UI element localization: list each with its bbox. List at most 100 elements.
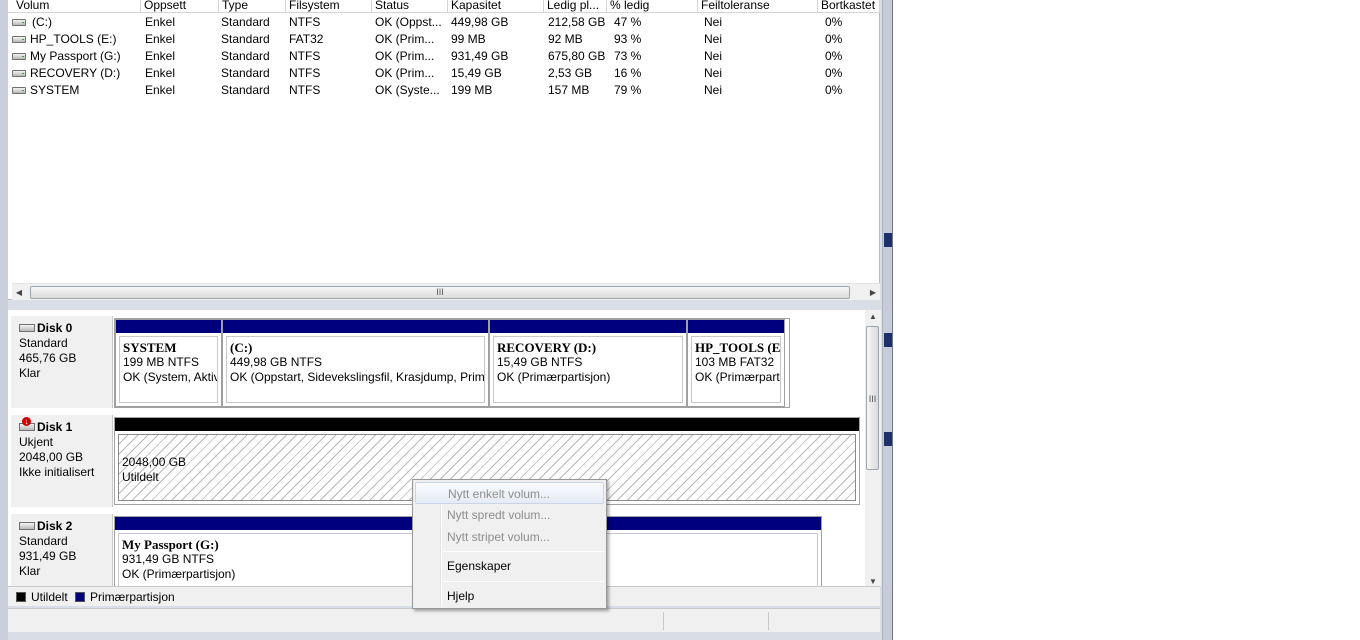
legend-unallocated-label: Utildelt <box>31 590 68 604</box>
disk-icon <box>19 323 35 332</box>
disk-type: Standard <box>19 336 68 350</box>
volume-overhead: 0% <box>825 66 843 80</box>
column-header-free-space[interactable]: Ledig pl... <box>544 0 607 12</box>
volume-list[interactable]: Volum Oppsett Type Filsystem Status Kapa… <box>8 0 880 300</box>
volume-filesystem: NTFS <box>289 49 321 63</box>
column-header-fault-tolerance[interactable]: Feiltoleranse <box>698 0 818 12</box>
volume-capacity: 99 MB <box>451 32 486 46</box>
column-header-layout[interactable]: Oppsett <box>141 0 219 12</box>
volume-name: RECOVERY (D:) <box>30 66 121 80</box>
table-row[interactable]: SYSTEM Enkel Standard NTFS OK (Syste... … <box>8 82 880 99</box>
volume-overhead: 0% <box>825 32 843 46</box>
partition-status: OK (System, Aktiv <box>123 370 218 384</box>
table-row[interactable]: (C:) Enkel Standard NTFS OK (Oppst... 44… <box>8 14 880 31</box>
disk-0-label[interactable]: Disk 0 Standard 465,76 GB Klar <box>11 316 113 408</box>
menu-separator <box>443 551 604 552</box>
volume-capacity: 931,49 GB <box>451 49 509 63</box>
column-header-type[interactable]: Type <box>219 0 286 12</box>
scroll-up-icon[interactable]: ▲ <box>866 308 880 325</box>
partition-size: 103 MB FAT32 <box>695 355 775 369</box>
volume-list-header: Volum Oppsett Type Filsystem Status Kapa… <box>8 0 880 13</box>
volume-layout: Enkel <box>145 49 176 63</box>
partition-name: (C:) <box>230 340 253 355</box>
window-edge-mark <box>884 233 892 247</box>
volume-percent-free: 93 % <box>614 32 642 46</box>
column-header-percent-free[interactable]: % ledig <box>607 0 698 12</box>
volume-filesystem: NTFS <box>289 66 321 80</box>
menu-item-new-striped-volume[interactable]: Nytt stripet volum... <box>415 526 604 548</box>
window-edge-mark <box>884 432 892 446</box>
volume-fault-tolerance: Nei <box>704 32 723 46</box>
column-header-status[interactable]: Status <box>372 0 448 12</box>
partition-name: RECOVERY (D:) <box>497 340 597 355</box>
volume-overhead: 0% <box>825 83 843 97</box>
primary-partition-swatch <box>75 592 85 602</box>
window-edge-mark <box>884 333 892 347</box>
disk-size: 2048,00 GB <box>19 450 84 464</box>
drive-icon <box>12 70 26 77</box>
menu-item-new-spanned-volume[interactable]: Nytt spredt volum... <box>415 504 604 526</box>
volume-layout: Enkel <box>145 66 176 80</box>
table-row[interactable]: RECOVERY (D:) Enkel Standard NTFS OK (Pr… <box>8 65 880 82</box>
volume-name: (C:) <box>32 15 52 29</box>
disk-title: Disk 2 <box>37 519 73 533</box>
volume-overhead: 0% <box>825 49 843 63</box>
scroll-right-icon[interactable]: ▶ <box>866 284 880 301</box>
column-header-volume[interactable]: Volum <box>13 0 141 12</box>
column-header-overhead[interactable]: Bortkastet <box>818 0 880 12</box>
volume-percent-free: 73 % <box>614 49 642 63</box>
volume-percent-free: 47 % <box>614 15 642 29</box>
column-header-filesystem[interactable]: Filsystem <box>286 0 372 12</box>
column-header-capacity[interactable]: Kapasitet <box>448 0 544 12</box>
disk-1-label[interactable]: Disk 1 Ukjent 2048,00 GB Ikke initialise… <box>11 415 113 507</box>
scroll-left-icon[interactable]: ◀ <box>12 284 26 301</box>
partition-status: OK (Oppstart, Sidevekslingsfil, Krasjdum… <box>230 370 485 384</box>
volume-type: Standard <box>221 66 270 80</box>
volume-fault-tolerance: Nei <box>704 15 723 29</box>
disk-size: 465,76 GB <box>19 351 77 365</box>
volume-free: 2,53 GB <box>548 66 593 80</box>
drive-icon <box>12 87 26 94</box>
disk-title: Disk 0 <box>37 321 73 335</box>
partition-hp-tools[interactable]: HP_TOOLS (E:) 103 MB FAT32 OK (Primærpar… <box>687 319 785 407</box>
table-row[interactable]: HP_TOOLS (E:) Enkel Standard FAT32 OK (P… <box>8 31 880 48</box>
menu-item-help[interactable]: Hjelp <box>415 585 604 607</box>
disk-error-icon <box>19 416 35 431</box>
volume-layout: Enkel <box>145 83 176 97</box>
partition-status: OK (Primærpartisjon) <box>497 370 611 384</box>
volume-percent-free: 79 % <box>614 83 642 97</box>
partition-recovery[interactable]: RECOVERY (D:) 15,49 GB NTFS OK (Primærpa… <box>489 319 687 407</box>
volume-name: HP_TOOLS (E:) <box>30 32 117 46</box>
volume-percent-free: 16 % <box>614 66 642 80</box>
disk-state: Klar <box>19 564 41 578</box>
partition-size: 449,98 GB NTFS <box>230 355 323 369</box>
partition-c[interactable]: (C:) 449,98 GB NTFS OK (Oppstart, Sideve… <box>222 319 489 407</box>
volume-capacity: 199 MB <box>451 83 493 97</box>
pane-splitter[interactable] <box>8 300 882 310</box>
partition-system[interactable]: SYSTEM 199 MB NTFS OK (System, Aktiv <box>115 319 222 407</box>
menu-item-properties[interactable]: Egenskaper <box>415 555 604 577</box>
volume-capacity: 449,98 GB <box>451 15 509 29</box>
volume-filesystem: NTFS <box>289 15 321 29</box>
legend-primary-label: Primærpartisjon <box>90 590 175 604</box>
volume-fault-tolerance: Nei <box>704 49 723 63</box>
vertical-scroll-thumb[interactable]: III <box>866 326 879 470</box>
volume-type: Standard <box>221 32 270 46</box>
disk-view-vertical-scrollbar[interactable]: ▲ III ▼ <box>865 310 881 586</box>
volume-free: 675,80 GB <box>548 49 606 63</box>
volume-type: Standard <box>221 83 270 97</box>
volume-filesystem: NTFS <box>289 83 321 97</box>
volume-status: OK (Syste... <box>375 83 440 97</box>
volume-list-horizontal-scrollbar[interactable]: ◀ III ▶ <box>12 283 880 300</box>
horizontal-scroll-thumb[interactable]: III <box>30 286 850 299</box>
volume-name: SYSTEM <box>30 83 80 97</box>
disk-2-label[interactable]: Disk 2 Standard 931,49 GB Klar <box>11 514 113 586</box>
drive-icon <box>12 53 26 60</box>
window-right-border <box>882 0 893 640</box>
volume-fault-tolerance: Nei <box>704 66 723 80</box>
partition-size: 199 MB NTFS <box>123 355 200 369</box>
disk-type: Ukjent <box>19 435 54 449</box>
menu-item-new-simple-volume[interactable]: Nytt enkelt volum... <box>415 482 604 504</box>
volume-filesystem: FAT32 <box>289 32 324 46</box>
table-row[interactable]: My Passport (G:) Enkel Standard NTFS OK … <box>8 48 880 65</box>
